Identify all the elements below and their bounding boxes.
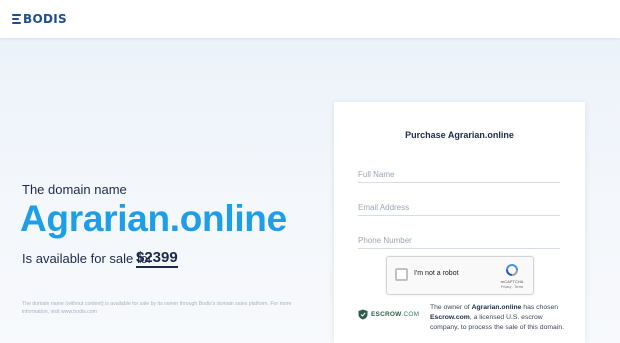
purchase-title: Purchase Agrarian.online <box>405 130 514 140</box>
purchase-card: Purchase Agrarian.online I'm not a robot… <box>334 102 585 343</box>
fineprint: The domain name (without content) is ava… <box>22 301 292 315</box>
domain-name: Agrarian.online <box>20 198 287 239</box>
price: $2399 <box>136 249 178 268</box>
escrow-logo-text: ESCROW.COM <box>371 311 420 318</box>
recaptcha-widget: I'm not a robot reCAPTCHA Privacy - Term… <box>386 256 534 295</box>
captcha-links[interactable]: Privacy - Terms <box>494 285 530 289</box>
escrow-logo[interactable]: ESCROW.COM <box>358 309 419 320</box>
phone-field[interactable] <box>358 232 560 249</box>
top-bar: BODIS <box>0 0 620 38</box>
logo-text: BODIS <box>23 12 67 26</box>
escrow-shield-icon <box>358 309 368 320</box>
bodis-logo-icon <box>12 14 21 24</box>
email-field[interactable] <box>358 199 560 216</box>
escrow-description: The owner of Agrarian.online has chosen … <box>430 304 564 331</box>
recaptcha-icon <box>506 264 518 276</box>
captcha-checkbox[interactable] <box>395 268 408 281</box>
sale-text: Is available for sale for <box>22 251 153 266</box>
captcha-label: I'm not a robot <box>414 270 459 277</box>
bodis-logo[interactable]: BODIS <box>12 12 67 26</box>
lead-text: The domain name <box>22 182 127 197</box>
captcha-brand: reCAPTCHA <box>500 279 524 284</box>
full-name-field[interactable] <box>358 166 560 183</box>
